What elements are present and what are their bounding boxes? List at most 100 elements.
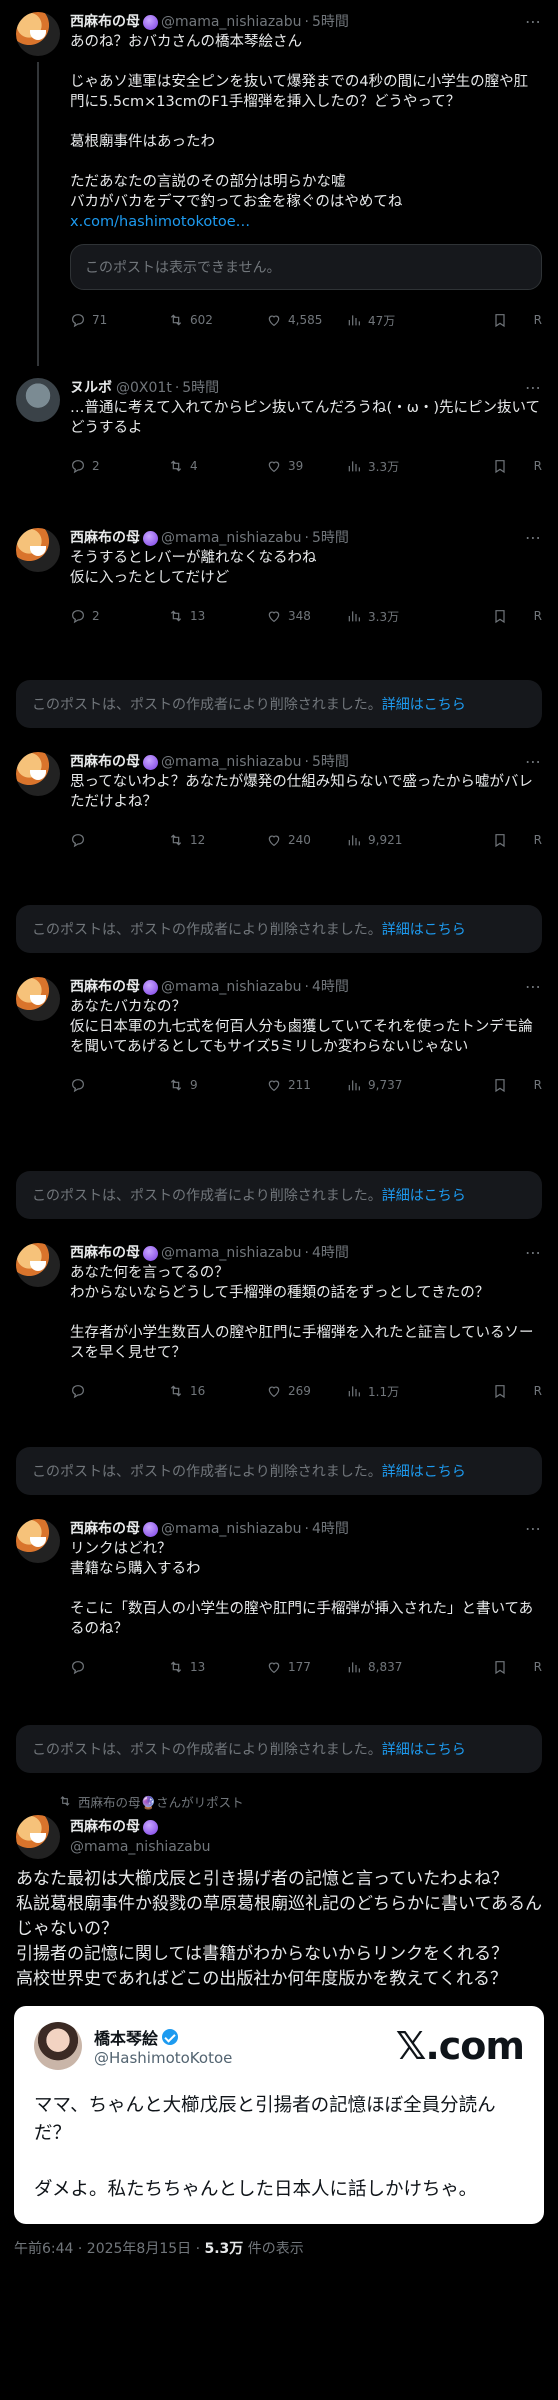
display-name[interactable]: 西麻布の母 [70, 977, 140, 997]
views-button[interactable]: 8,837 [346, 1659, 424, 1675]
bookmark-button[interactable] [492, 608, 508, 624]
display-name[interactable]: 橋本琴絵 [94, 2025, 232, 2049]
tweet-link[interactable]: x.com/hashimotokotoe… [70, 212, 542, 232]
learn-more-link[interactable]: 詳細はこちら [382, 1742, 466, 1758]
repost-button[interactable]: 13 [168, 608, 266, 624]
display-name[interactable]: 西麻布の母 [70, 752, 140, 772]
more-icon[interactable]: ⋯ [525, 12, 542, 32]
tweet[interactable]: 西麻布の母 @mama_nishiazabu · 5時間 ⋯ 思ってないわよ？あ… [0, 740, 558, 905]
like-button[interactable]: 4,585 [266, 312, 346, 328]
post-timestamp[interactable]: 午前6:44 · 2025年8月15日 · [14, 2241, 205, 2257]
share-button[interactable]: R [534, 313, 542, 327]
learn-more-link[interactable]: 詳細はこちら [382, 697, 466, 713]
share-button[interactable]: R [534, 609, 542, 623]
views-button[interactable]: 9,921 [346, 832, 424, 848]
repost-button[interactable]: 16 [168, 1383, 266, 1399]
handle[interactable]: @mama_nishiazabu [161, 977, 302, 997]
repost-button[interactable]: 602 [168, 312, 266, 328]
handle[interactable]: @mama_nishiazabu [70, 1837, 211, 1857]
display-name[interactable]: 西麻布の母 [70, 1243, 140, 1263]
share-button[interactable]: R [534, 1078, 542, 1092]
views-button[interactable]: 47万 [346, 312, 424, 329]
avatar[interactable] [16, 977, 60, 1021]
view-count: 47万 [368, 313, 396, 328]
views-button[interactable]: 3.3万 [346, 458, 424, 475]
bookmark-button[interactable] [492, 1383, 508, 1399]
tweet[interactable]: 西麻布の母 @mama_nishiazabu · 4時間 ⋯ あなたバカなの？ … [0, 965, 558, 1171]
handle[interactable]: @mama_nishiazabu [161, 752, 302, 772]
like-button[interactable]: 211 [266, 1077, 346, 1093]
embedded-post-card[interactable]: 橋本琴絵 @HashimotoKotoe 𝕏.com ママ、ちゃんと大櫛戊辰と引… [14, 2006, 544, 2224]
main-tweet[interactable]: 西麻布の母🔮さんがリポスト 西麻布の母 @mama_nishiazabu あなた… [0, 1785, 558, 2258]
handle[interactable]: @mama_nishiazabu [161, 1243, 302, 1263]
like-button[interactable]: 177 [266, 1659, 346, 1675]
share-button[interactable]: R [534, 459, 542, 473]
avatar[interactable] [16, 1519, 60, 1563]
display-name[interactable]: 西麻布の母 [70, 1519, 140, 1539]
tweet[interactable]: 西麻布の母 @mama_nishiazabu · 4時間 ⋯ リンクはどれ？ 書… [0, 1507, 558, 1725]
repost-button[interactable]: 4 [168, 458, 266, 474]
like-button[interactable]: 240 [266, 832, 346, 848]
avatar[interactable] [16, 1243, 60, 1287]
reply-button[interactable] [70, 1383, 168, 1399]
handle[interactable]: @mama_nishiazabu [161, 528, 302, 548]
display-name[interactable]: 西麻布の母 [70, 12, 140, 32]
timestamp[interactable]: 4時間 [312, 1519, 349, 1539]
views-button[interactable]: 9,737 [346, 1077, 424, 1093]
repost-button[interactable]: 9 [168, 1077, 266, 1093]
like-button[interactable]: 39 [266, 458, 346, 474]
handle[interactable]: @0X01t [116, 378, 172, 398]
avatar[interactable] [16, 378, 60, 422]
repost-button[interactable]: 13 [168, 1659, 266, 1675]
bookmark-button[interactable] [492, 1077, 508, 1093]
tweet[interactable]: 西麻布の母 @mama_nishiazabu · 5時間 ⋯ そうするとレバーが… [0, 516, 558, 680]
more-icon[interactable]: ⋯ [525, 528, 542, 548]
bookmark-button[interactable] [492, 832, 508, 848]
bookmark-button[interactable] [492, 1659, 508, 1675]
display-name[interactable]: 西麻布の母 [70, 1817, 140, 1837]
views-button[interactable]: 3.3万 [346, 608, 424, 625]
more-icon[interactable]: ⋯ [525, 1243, 542, 1263]
like-button[interactable]: 348 [266, 608, 346, 624]
handle[interactable]: @HashimotoKotoe [94, 2049, 232, 2067]
display-name[interactable]: ヌルボ [70, 378, 112, 398]
display-name[interactable]: 西麻布の母 [70, 528, 140, 548]
share-button[interactable]: R [534, 833, 542, 847]
tweet[interactable]: 西麻布の母 @mama_nishiazabu · 5時間 ⋯ あのね？おバカさん… [0, 0, 558, 366]
reply-button[interactable] [70, 832, 168, 848]
reply-button[interactable] [70, 1077, 168, 1093]
more-icon[interactable]: ⋯ [525, 977, 542, 997]
views-button[interactable]: 1.1万 [346, 1383, 424, 1400]
share-button[interactable]: R [534, 1660, 542, 1674]
bookmark-button[interactable] [492, 458, 508, 474]
tweet[interactable]: ヌルボ @0X01t · 5時間 ⋯ …普通に考えて入れてからピン抜いてんだろう… [0, 366, 558, 516]
more-icon[interactable]: ⋯ [525, 1519, 542, 1539]
more-icon[interactable]: ⋯ [525, 752, 542, 772]
timestamp[interactable]: 5時間 [312, 752, 349, 772]
reply-button[interactable]: 71 [70, 312, 168, 328]
reply-button[interactable]: 2 [70, 458, 168, 474]
timestamp[interactable]: 5時間 [312, 12, 349, 32]
learn-more-link[interactable]: 詳細はこちら [382, 922, 466, 938]
share-button[interactable]: R [534, 1384, 542, 1398]
avatar[interactable] [34, 2022, 82, 2070]
avatar[interactable] [16, 752, 60, 796]
handle[interactable]: @mama_nishiazabu [161, 1519, 302, 1539]
like-button[interactable]: 269 [266, 1383, 346, 1399]
avatar[interactable] [16, 1815, 60, 1859]
reply-button[interactable]: 2 [70, 608, 168, 624]
timestamp[interactable]: 5時間 [312, 528, 349, 548]
bookmark-button[interactable] [492, 312, 508, 328]
timestamp[interactable]: 4時間 [312, 977, 349, 997]
learn-more-link[interactable]: 詳細はこちら [382, 1464, 466, 1480]
handle[interactable]: @mama_nishiazabu [161, 12, 302, 32]
reply-button[interactable] [70, 1659, 168, 1675]
timestamp[interactable]: 5時間 [182, 378, 219, 398]
avatar[interactable] [16, 528, 60, 572]
tweet[interactable]: 西麻布の母 @mama_nishiazabu · 4時間 ⋯ あなた何を言ってる… [0, 1231, 558, 1447]
repost-button[interactable]: 12 [168, 832, 266, 848]
timestamp[interactable]: 4時間 [312, 1243, 349, 1263]
avatar[interactable] [16, 12, 60, 56]
more-icon[interactable]: ⋯ [525, 378, 542, 398]
learn-more-link[interactable]: 詳細はこちら [382, 1188, 466, 1204]
